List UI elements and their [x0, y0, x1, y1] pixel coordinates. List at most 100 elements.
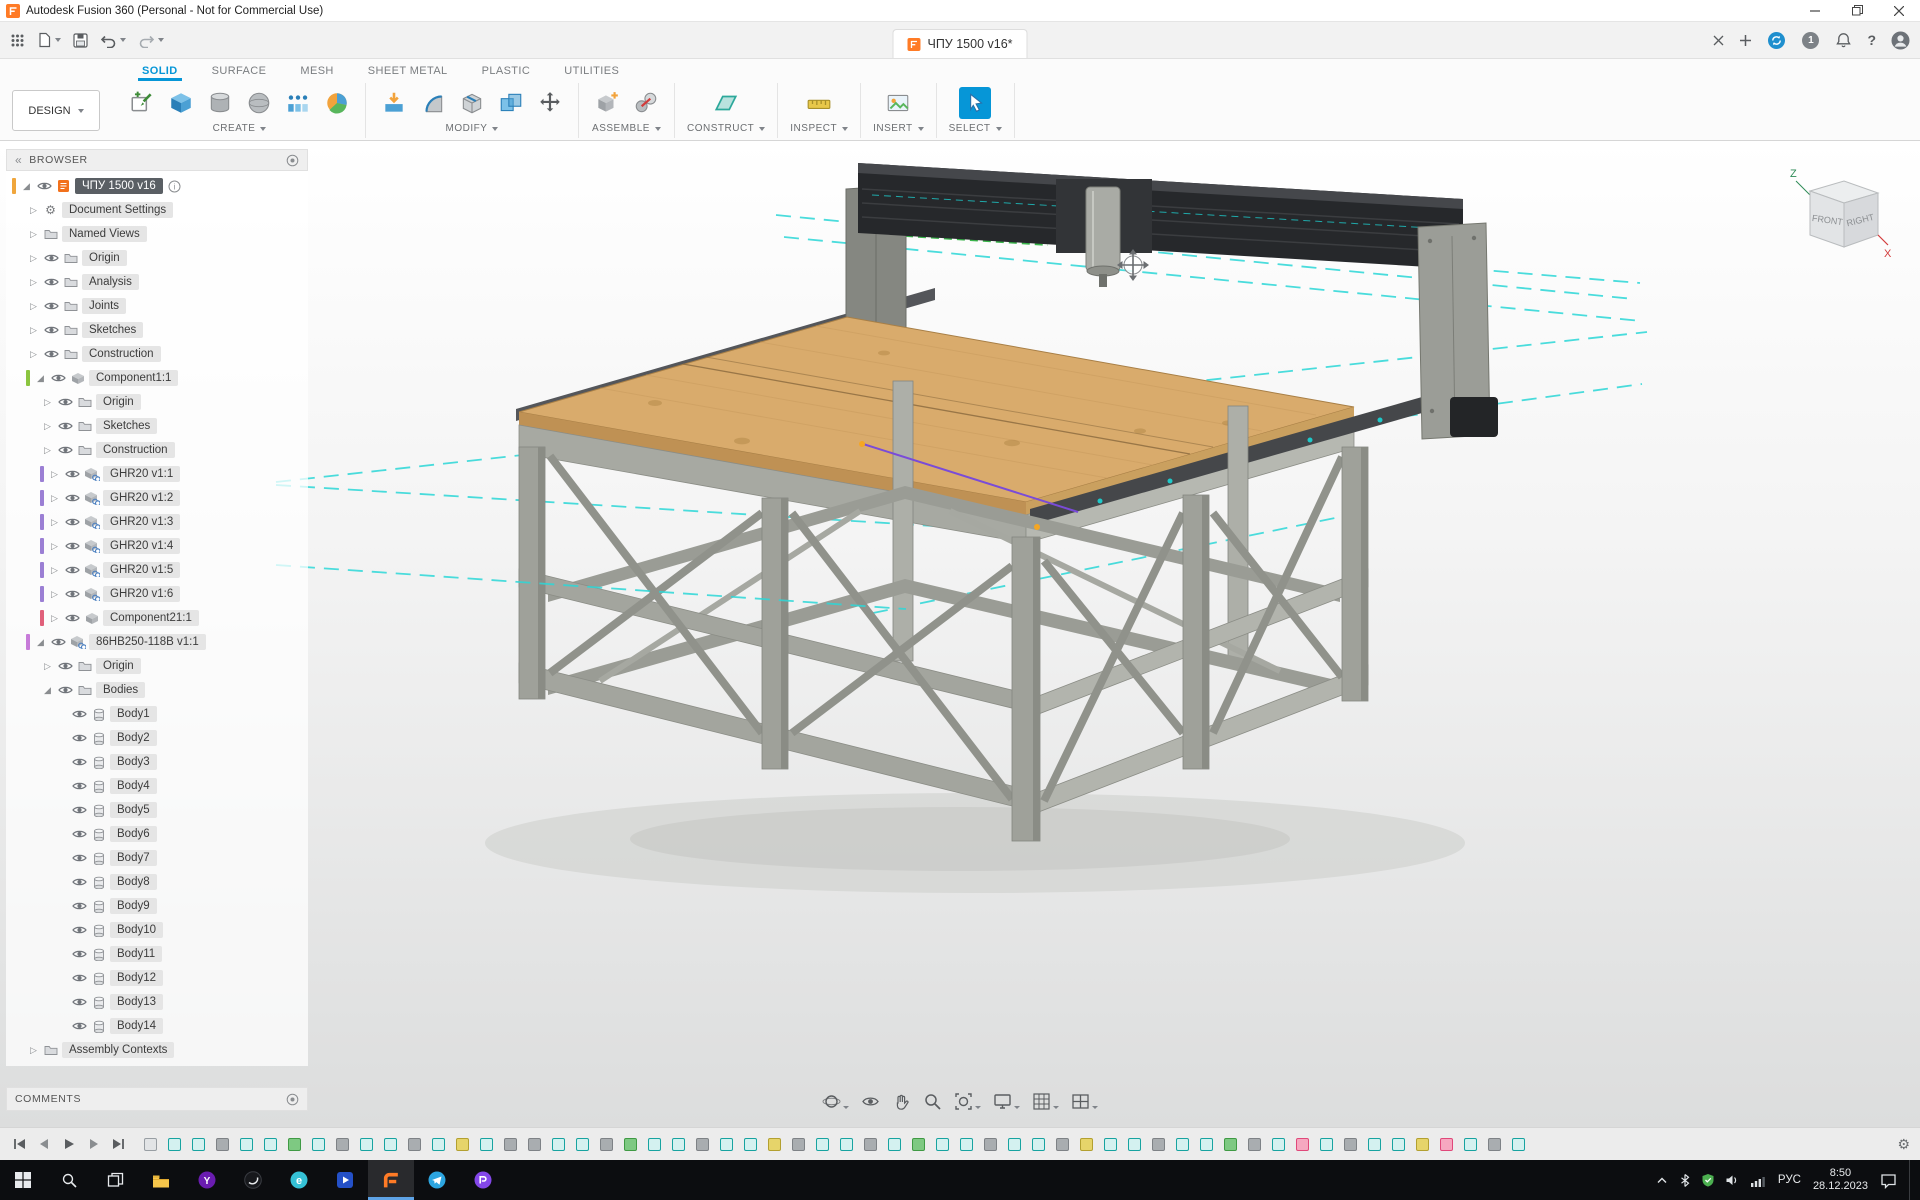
- bluetooth-icon[interactable]: [1679, 1173, 1691, 1188]
- timeline-feature-solid[interactable]: [336, 1138, 349, 1151]
- visibility-eye-icon[interactable]: [69, 997, 89, 1007]
- save-button[interactable]: [73, 33, 88, 48]
- expand-arrow[interactable]: ▷: [26, 229, 41, 240]
- browser-row-body9[interactable]: Body9: [6, 894, 308, 918]
- timeline-feature-solid[interactable]: [1152, 1138, 1165, 1151]
- browser-row-body11[interactable]: Body11: [6, 942, 308, 966]
- visibility-eye-icon[interactable]: [62, 541, 82, 551]
- browser-row-body8[interactable]: Body8: [6, 870, 308, 894]
- browser-header[interactable]: « BROWSER: [6, 149, 308, 171]
- visibility-eye-icon[interactable]: [69, 709, 89, 719]
- visibility-eye-icon[interactable]: [55, 445, 75, 455]
- timeline-feature-solid[interactable]: [528, 1138, 541, 1151]
- undo-button[interactable]: [100, 33, 126, 48]
- create-sketch-button[interactable]: [126, 87, 158, 119]
- timeline-feature-sketch[interactable]: [960, 1138, 973, 1151]
- browser-row-body13[interactable]: Body13: [6, 990, 308, 1014]
- expand-arrow[interactable]: ▷: [47, 541, 62, 552]
- timeline-feature-sketch[interactable]: [360, 1138, 373, 1151]
- taskbar-task-view[interactable]: [92, 1160, 138, 1200]
- workspace-switcher[interactable]: DESIGN: [12, 90, 100, 131]
- account-avatar[interactable]: [1891, 31, 1910, 50]
- visibility-eye-icon[interactable]: [69, 733, 89, 743]
- timeline-feature-sketch[interactable]: [1176, 1138, 1189, 1151]
- browser-row-bodies[interactable]: ◢Bodies: [6, 678, 308, 702]
- ribbon-group-label-construct[interactable]: CONSTRUCT: [687, 123, 765, 138]
- select-cursor-button[interactable]: [959, 87, 991, 119]
- expand-arrow[interactable]: ▷: [26, 301, 41, 312]
- browser-row-document-settings[interactable]: ▷⚙Document Settings: [6, 198, 308, 222]
- browser-row-ghr20-v1-2[interactable]: ▷GHR20 v1:2: [6, 486, 308, 510]
- browser-row-component21-1[interactable]: ▷Component21:1: [6, 606, 308, 630]
- browser-row-body7[interactable]: Body7: [6, 846, 308, 870]
- expand-arrow[interactable]: ◢: [19, 181, 34, 192]
- browser-row-body3[interactable]: Body3: [6, 750, 308, 774]
- timeline-feature-sketch[interactable]: [840, 1138, 853, 1151]
- visibility-eye-icon[interactable]: [69, 829, 89, 839]
- timeline-feature-sketch[interactable]: [192, 1138, 205, 1151]
- volume-icon[interactable]: [1725, 1173, 1740, 1187]
- timeline-feature-problem[interactable]: [1440, 1138, 1453, 1151]
- timeline-step-forward-button[interactable]: [85, 1135, 103, 1153]
- expand-arrow[interactable]: ◢: [40, 685, 55, 696]
- timeline-feature-solid[interactable]: [1248, 1138, 1261, 1151]
- visibility-eye-icon[interactable]: [62, 589, 82, 599]
- new-component-button[interactable]: [591, 87, 623, 119]
- expand-arrow[interactable]: ▷: [47, 589, 62, 600]
- expand-arrow[interactable]: ▷: [47, 517, 62, 528]
- timeline-feature-sketch[interactable]: [1368, 1138, 1381, 1151]
- taskbar-app-violet[interactable]: [460, 1160, 506, 1200]
- taskbar-fusion-360[interactable]: [368, 1160, 414, 1200]
- visibility-eye-icon[interactable]: [41, 277, 61, 287]
- browser-row-sketches[interactable]: ▷Sketches: [6, 318, 308, 342]
- browser-row-1500-v16[interactable]: ◢ЧПУ 1500 v16i: [6, 174, 308, 198]
- timeline-feature-sketch[interactable]: [576, 1138, 589, 1151]
- notifications-bell-icon[interactable]: [1835, 32, 1852, 49]
- expand-arrow[interactable]: ▷: [26, 205, 41, 216]
- visibility-eye-icon[interactable]: [55, 421, 75, 431]
- browser-row-origin[interactable]: ▷Origin: [6, 390, 308, 414]
- expand-arrow[interactable]: ▷: [40, 661, 55, 672]
- timeline-feature-plane[interactable]: [1416, 1138, 1429, 1151]
- visibility-eye-icon[interactable]: [55, 685, 75, 695]
- expand-arrow[interactable]: ▷: [26, 1045, 41, 1056]
- info-icon[interactable]: i: [168, 180, 181, 193]
- taskbar-app-media[interactable]: [322, 1160, 368, 1200]
- visibility-eye-icon[interactable]: [62, 493, 82, 503]
- ribbon-tab-surface[interactable]: SURFACE: [210, 64, 269, 81]
- timeline-feature-solid[interactable]: [600, 1138, 613, 1151]
- combine-button[interactable]: [495, 87, 527, 119]
- taskbar-search[interactable]: [46, 1160, 92, 1200]
- press-pull-button[interactable]: [378, 87, 410, 119]
- timeline-feature-sketch[interactable]: [1032, 1138, 1045, 1151]
- expand-arrow[interactable]: ▷: [26, 349, 41, 360]
- redo-button[interactable]: [138, 33, 164, 48]
- timeline-play-button[interactable]: [60, 1135, 78, 1153]
- hidden-icons-icon[interactable]: [1655, 1174, 1669, 1186]
- timeline-feature-sketch[interactable]: [240, 1138, 253, 1151]
- ribbon-group-label-assemble[interactable]: ASSEMBLE: [592, 123, 661, 138]
- timeline-feature-sketch[interactable]: [720, 1138, 733, 1151]
- timeline-go-to-start-button[interactable]: [10, 1135, 28, 1153]
- browser-row-ghr20-v1-3[interactable]: ▷GHR20 v1:3: [6, 510, 308, 534]
- timeline-feature-problem[interactable]: [1296, 1138, 1309, 1151]
- expand-arrow[interactable]: ▷: [26, 253, 41, 264]
- ribbon-tab-mesh[interactable]: MESH: [298, 64, 335, 81]
- expand-arrow[interactable]: ▷: [47, 613, 62, 624]
- timeline-feature-solid[interactable]: [216, 1138, 229, 1151]
- timeline-feature-solid[interactable]: [1344, 1138, 1357, 1151]
- browser-row-body14[interactable]: Body14: [6, 1014, 308, 1038]
- timeline-feature-joint[interactable]: [624, 1138, 637, 1151]
- action-center-icon[interactable]: [1880, 1172, 1897, 1189]
- modeling-viewport[interactable]: Z FRONT RIGHT X « BROWSER ◢ЧПУ 1500 v16i…: [0, 141, 1920, 1127]
- visibility-eye-icon[interactable]: [34, 181, 54, 191]
- create-form-button[interactable]: [321, 87, 353, 119]
- timeline-feature-sketch[interactable]: [264, 1138, 277, 1151]
- browser-row-construction[interactable]: ▷Construction: [6, 438, 308, 462]
- minimize-button[interactable]: [1794, 0, 1836, 21]
- timeline-step-back-button[interactable]: [35, 1135, 53, 1153]
- visibility-eye-icon[interactable]: [55, 661, 75, 671]
- expand-arrow[interactable]: ▷: [40, 445, 55, 456]
- timeline-feature-sketch[interactable]: [888, 1138, 901, 1151]
- expand-arrow[interactable]: ▷: [26, 325, 41, 336]
